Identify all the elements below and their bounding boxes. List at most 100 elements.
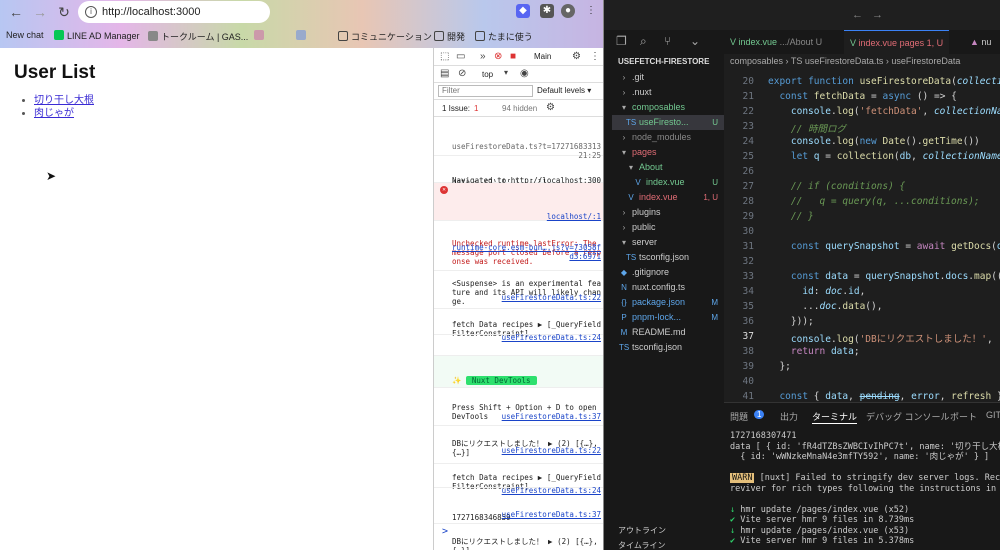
more-panels-icon[interactable]: » [480,51,486,62]
code-line[interactable]: console.log('fetchData', collectionNa [768,106,1000,117]
files-icon[interactable]: ❐ [616,34,627,48]
log-source[interactable]: useFirestoreData.ts:22 [452,293,601,302]
tree-item[interactable]: › .git [612,70,724,85]
settings-icon[interactable]: ⚙ [572,51,581,62]
outline-section[interactable]: アウトライン [618,525,666,536]
code-line[interactable]: // } [768,211,814,222]
more-icon[interactable]: ⋮ [590,51,600,62]
tree-item[interactable]: ▾ composables [612,100,724,115]
timeline-section[interactable]: タイムライン [618,540,665,550]
search-icon[interactable]: ⌕ [640,34,647,49]
tab-terminal[interactable]: ターミナル [812,410,858,424]
log-source[interactable]: useFirestoreData.ts:22 [452,446,601,455]
tree-item[interactable]: Nnuxt.config.ts [612,280,724,295]
tree-item[interactable]: ▾ About [612,160,724,175]
user-link[interactable]: 切り干し大根 [34,95,94,106]
chevron-down-icon[interactable]: ⌄ [690,34,700,48]
log-source[interactable]: useFirestoreData.ts:37 [452,510,601,519]
tab-git[interactable]: GIT [986,410,1000,420]
tree-item[interactable]: M README.md [612,325,724,340]
breadcrumb[interactable]: composables › TS useFirestoreData.ts › u… [724,54,1000,68]
bookmark-item[interactable] [296,30,309,41]
code-editor[interactable]: 20 export function useFirestoreData(colle… [724,70,1000,402]
bookmark-item[interactable] [254,30,267,41]
site-info-icon[interactable]: i [85,6,97,18]
log-source[interactable]: useFirestoreData.ts:37 [452,412,601,421]
tab-problems[interactable]: 問題 [730,410,748,423]
log-levels-dropdown[interactable]: Default levels ▾ [537,86,591,95]
tree-item[interactable]: Vindex.vue 1, U [612,190,724,205]
bookmark-item[interactable]: LINE AD Manager [54,30,140,41]
code-line[interactable]: // if (conditions) { [768,181,905,192]
bookmark-folder[interactable]: コミュニケーション [338,30,432,43]
code-line[interactable]: })); [768,316,814,327]
tab-output[interactable]: 出力 [780,410,798,423]
filter-input[interactable]: Filter [438,85,533,97]
menu-icon[interactable]: ⋮ [584,4,598,18]
code-line[interactable]: return data; [768,346,860,357]
tab-pages-index[interactable]: V index.vue pages 1, U [844,30,950,54]
tab-debug-console[interactable]: デバッグ コンソール [866,410,950,423]
issue-count[interactable]: 1 [474,104,478,113]
tab-ports[interactable]: ポート [950,410,977,423]
reload-icon[interactable]: ↻ [56,4,72,20]
sidebar-toggle-icon[interactable]: ▤ [440,68,449,79]
code-line[interactable]: const fetchData = async () => { [768,91,956,102]
code-line[interactable]: export function useFirestoreData(collect… [768,76,1000,87]
chevron-down-icon[interactable]: ▾ [504,68,508,77]
context-selector[interactable]: top [482,70,493,79]
bookmark-item[interactable]: New chat [6,30,44,40]
tree-item[interactable]: › plugins [612,205,724,220]
error-count-icon[interactable]: ⊗ [494,51,502,62]
live-expression-icon[interactable]: ◉ [520,68,529,79]
tree-item[interactable]: › public [612,220,724,235]
tree-item[interactable]: TS tsconfig.json [612,250,724,265]
back-icon[interactable]: ← [8,4,24,20]
log-source[interactable]: localhost/:1 [452,212,601,221]
terminal-output[interactable]: 1727168307471 data [ { id: 'fR4dTZBsZWBCI… [730,431,1000,547]
bookmark-item[interactable]: トークルーム | GAS... [148,30,248,43]
code-line[interactable]: const { data, pending, error, refresh } [768,391,1000,402]
log-text[interactable]: DBにリクエストしました！ ▶ (2) [{…}, {…}] [452,537,601,550]
address-bar[interactable]: i http://localhost:3000 [78,1,270,23]
console-settings-icon[interactable]: ⚙ [546,102,555,113]
tree-item[interactable]: TS tsconfig.json [612,340,724,355]
code-line[interactable]: const data = querySnapshot.docs.map(( [768,271,1000,282]
tree-item[interactable]: Vindex.vue U [612,175,724,190]
code-line[interactable]: let q = collection(db, collectionName [768,151,1000,162]
profile-icon[interactable]: ● [561,4,575,18]
user-link[interactable]: 肉じゃが [34,108,74,119]
tree-item[interactable]: Ppnpm-lock... M [612,310,724,325]
inspect-icon[interactable]: ⬚ [440,51,449,62]
source-control-icon[interactable]: ⑂ [664,34,671,48]
tree-item[interactable]: › node_modules [612,130,724,145]
code-line[interactable]: console.log('DBにリクエストしました！', ( [768,331,1000,345]
code-line[interactable]: id: doc.id, [768,286,865,297]
code-line[interactable]: // q = query(q, ...conditions); [768,196,980,207]
tree-item[interactable]: {} package.json M [612,295,724,310]
issue-flag-icon[interactable]: ■ [510,51,516,62]
code-line[interactable]: ...doc.data(), [768,301,882,312]
tree-item[interactable]: TS useFiresto... U [612,115,724,130]
log-source[interactable]: runtime-core.esm-bun….js?v=73058fd3:6971 [452,243,601,261]
tree-item[interactable]: ▾ pages [612,145,724,160]
code-line[interactable]: }; [768,361,790,372]
code-line[interactable]: // 時間ログ [768,121,846,135]
extensions-icon[interactable]: ✱ [540,4,554,18]
code-line[interactable]: const querySnapshot = await getDocs(q [768,241,1000,252]
clear-console-icon[interactable]: ⊘ [458,68,466,79]
frame-selector[interactable]: Main [534,52,551,61]
bookmark-folder[interactable]: たまに使う [475,30,533,43]
tree-item[interactable]: ▾ server [612,235,724,250]
back-icon[interactable]: ← [852,9,863,21]
issues-label[interactable]: 1 Issue: [442,104,470,113]
bookmark-folder[interactable]: 開発 [434,30,465,43]
tree-item[interactable]: ◆ .gitignore [612,265,724,280]
console-prompt[interactable]: > [442,526,448,537]
forward-icon[interactable]: → [872,9,883,21]
tab-about-index[interactable]: V index.vue .../About U [724,30,828,54]
forward-icon[interactable]: → [32,4,48,20]
tab-nuxt-config[interactable]: ▲ nu [964,30,997,54]
device-toggle-icon[interactable]: ▭ [456,51,465,62]
tree-item[interactable]: › .nuxt [612,85,724,100]
